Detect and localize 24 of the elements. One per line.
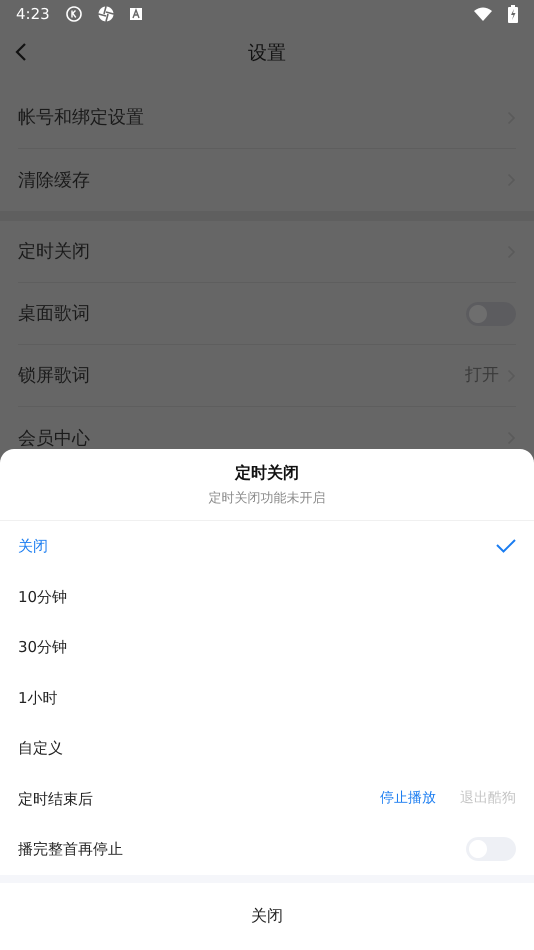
row-label: 锁屏歌词 bbox=[18, 364, 91, 388]
wifi-icon bbox=[474, 7, 492, 21]
row-label: 会员中心 bbox=[18, 426, 91, 450]
status-time: 4:23 bbox=[16, 4, 50, 25]
settings-row[interactable]: 定时关闭 bbox=[18, 221, 516, 283]
choice-option[interactable]: 停止播放 bbox=[380, 788, 436, 810]
settings-row[interactable]: 清除缓存 bbox=[18, 149, 516, 211]
page-title: 设置 bbox=[248, 40, 286, 66]
check-icon bbox=[496, 539, 516, 554]
aperture-icon bbox=[98, 6, 114, 22]
font-icon bbox=[130, 8, 142, 20]
row-label: 清除缓存 bbox=[18, 168, 91, 192]
row-label: 定时结束后 bbox=[18, 788, 94, 810]
row-label: 帐号和绑定设置 bbox=[18, 106, 145, 130]
k-circle-icon bbox=[66, 6, 82, 22]
row-label: 定时关闭 bbox=[18, 240, 91, 264]
row-label: 桌面歌词 bbox=[18, 302, 91, 326]
settings-row[interactable]: 帐号和绑定设置 bbox=[18, 87, 516, 149]
sheet-title: 定时关闭 bbox=[235, 462, 299, 484]
row-label: 播完整首再停止 bbox=[18, 839, 124, 860]
back-icon[interactable] bbox=[14, 41, 28, 63]
sheet-subtitle: 定时关闭功能未开启 bbox=[208, 490, 326, 508]
battery-icon bbox=[508, 5, 518, 23]
settings-row[interactable]: 桌面歌词 bbox=[18, 283, 516, 345]
